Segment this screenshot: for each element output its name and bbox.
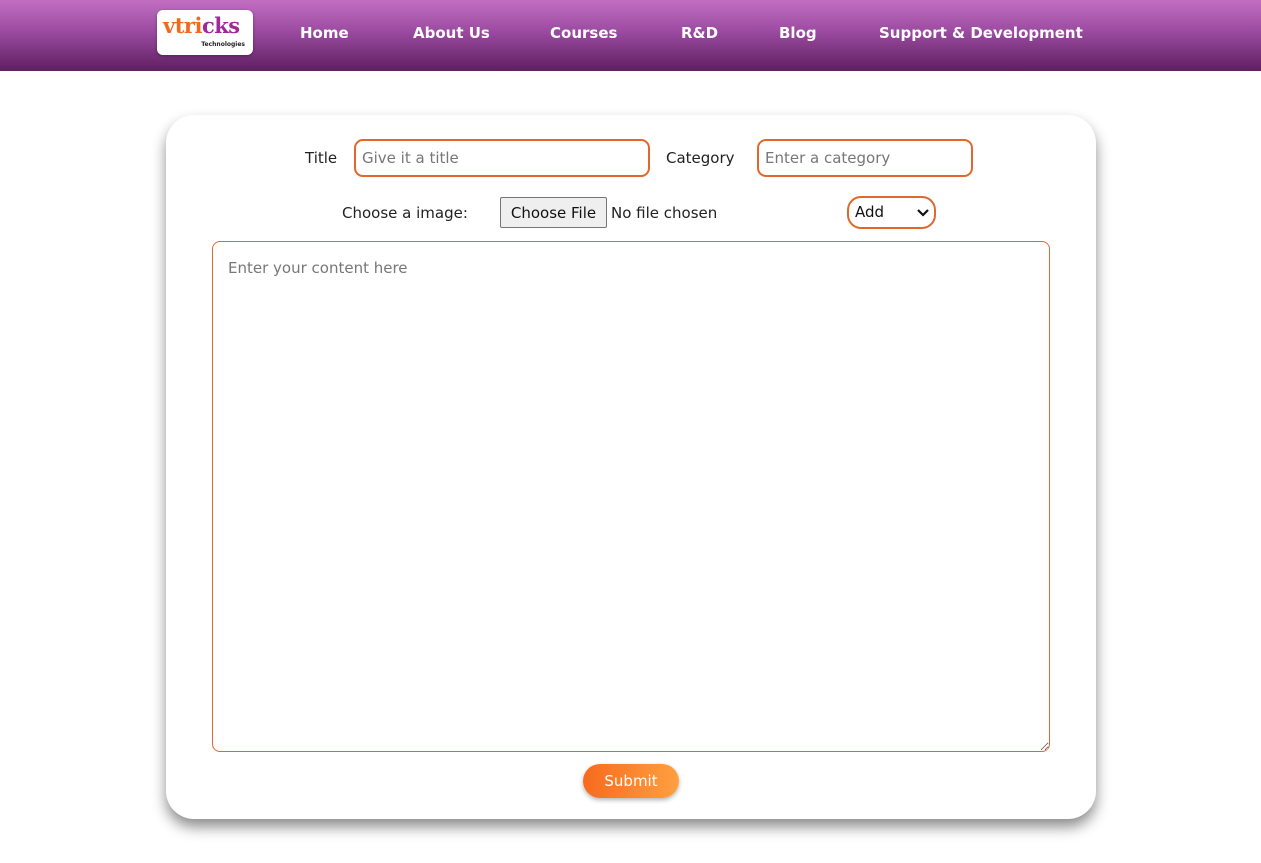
action-select-value: Add [855, 203, 885, 221]
file-status-text: No file chosen [611, 204, 718, 222]
top-navbar: vtricks Technologies Home About Us Cours… [0, 0, 1261, 71]
title-label: Title [305, 149, 338, 167]
chevron-down-icon [916, 203, 930, 227]
nav-link-about-us[interactable]: About Us [413, 23, 490, 43]
title-input[interactable] [354, 139, 650, 177]
submit-button[interactable]: Submit [583, 764, 679, 798]
nav-link-home[interactable]: Home [300, 23, 349, 43]
nav-link-blog[interactable]: Blog [779, 23, 817, 43]
nav-link-courses[interactable]: Courses [550, 23, 617, 43]
action-select[interactable]: Add [847, 196, 936, 229]
brand-logo[interactable]: vtricks Technologies [157, 10, 253, 55]
choose-file-button[interactable]: Choose File [500, 197, 607, 228]
category-input[interactable] [757, 139, 973, 177]
image-label: Choose a image: [342, 204, 468, 222]
post-form-card: Title Category Choose a image: Choose Fi… [166, 115, 1096, 819]
logo-wordmark: vtricks [163, 13, 240, 38]
nav-link-rnd[interactable]: R&D [681, 23, 718, 43]
content-textarea[interactable] [212, 241, 1050, 752]
logo-subtitle: Technologies [201, 41, 245, 48]
category-label: Category [666, 149, 735, 167]
nav-link-support-development[interactable]: Support & Development [879, 23, 1083, 43]
